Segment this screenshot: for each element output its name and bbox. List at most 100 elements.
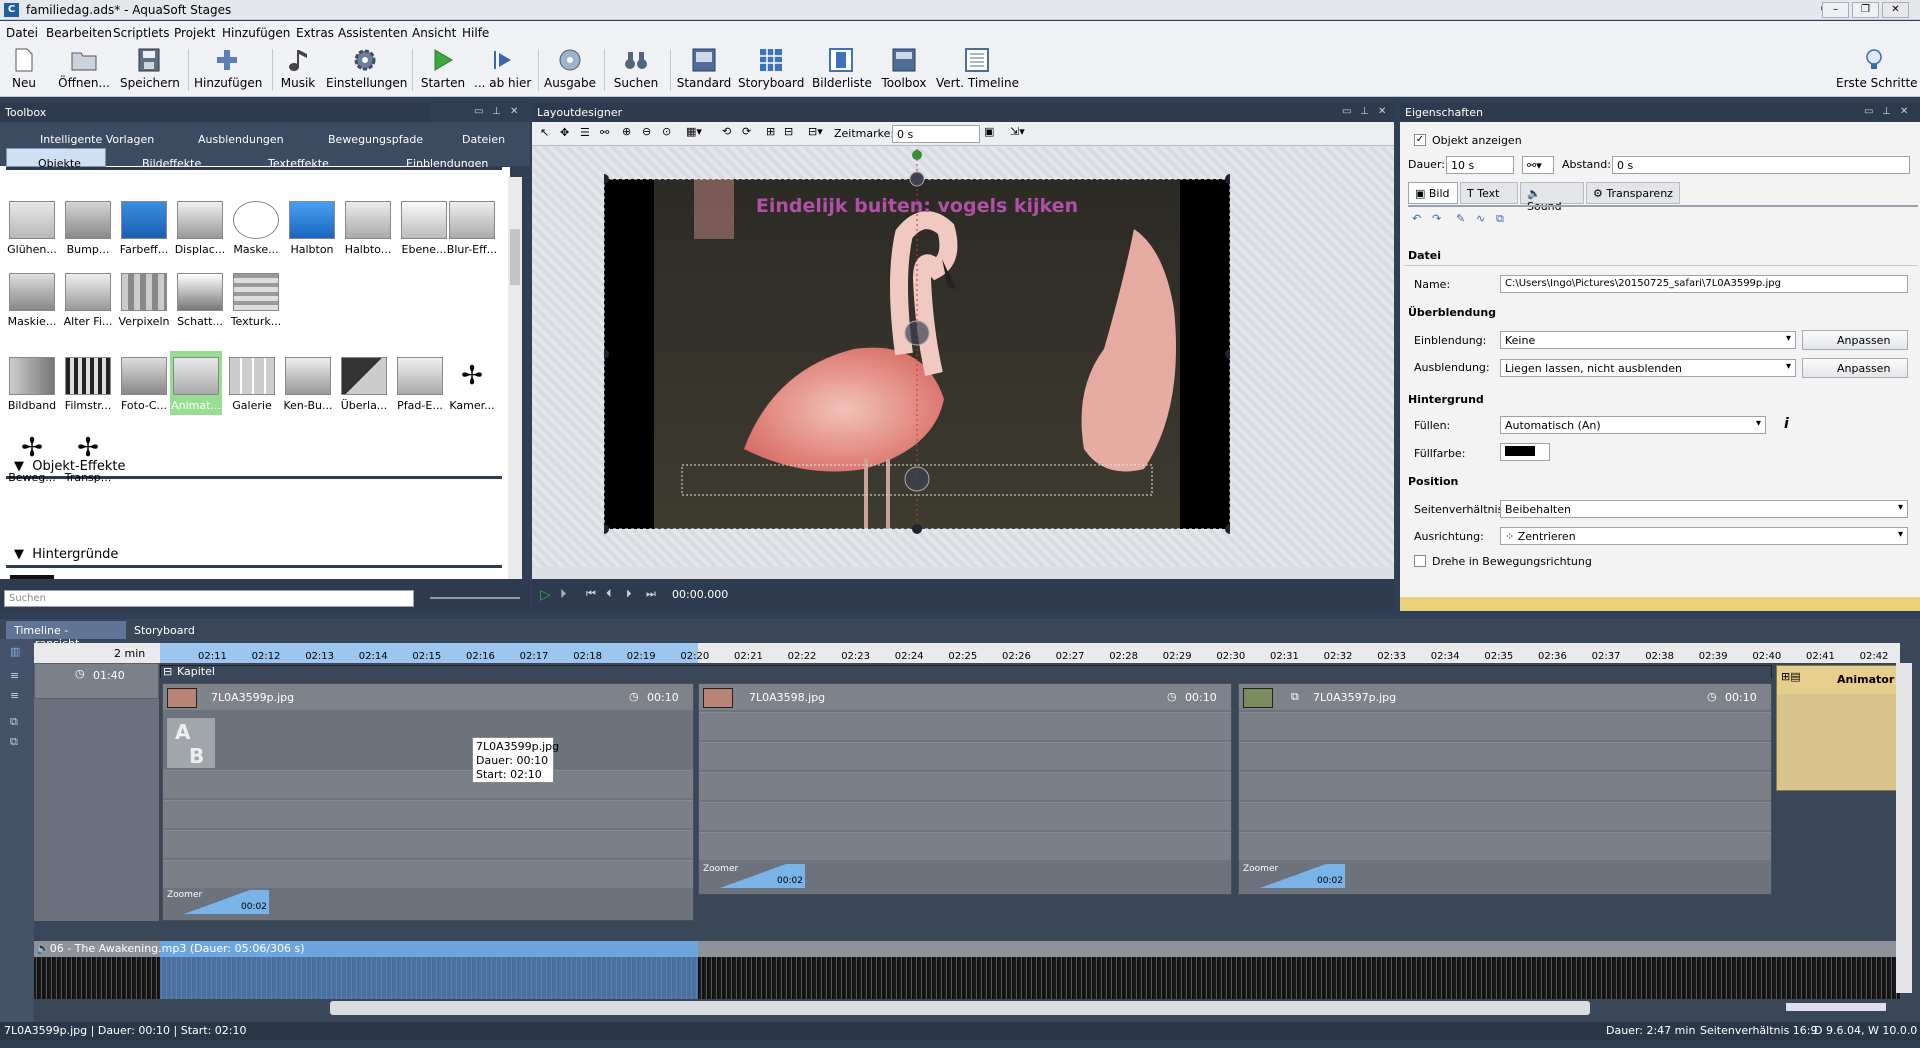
panel-pin-icon[interactable]: ⊥ <box>1882 106 1891 117</box>
tab-bewegungspfade[interactable]: Bewegungspfade <box>328 133 423 146</box>
effect-ueberlagerung[interactable]: Überla... <box>338 357 390 412</box>
vertical-timeline-button[interactable]: Vert. Timeline <box>936 46 1019 94</box>
effect-bildband[interactable]: Bildband <box>6 357 58 412</box>
zoom-out-icon[interactable]: ⊖ <box>642 125 651 138</box>
effect-ebene[interactable]: Ebene... <box>398 201 450 256</box>
show-object-checkbox[interactable]: ✓ <box>1414 134 1426 146</box>
play-icon[interactable]: ▷ <box>540 587 551 603</box>
panel-pin-icon[interactable]: ⊥ <box>1360 106 1369 117</box>
toolbox-search-input[interactable]: Suchen <box>4 590 414 607</box>
output-button[interactable]: Ausgabe <box>544 46 596 94</box>
link-duration-button[interactable]: ⚯▾ <box>1522 156 1554 174</box>
effect-maskierung[interactable]: Maskie... <box>6 273 58 328</box>
menu-ansicht[interactable]: Ansicht <box>412 26 456 40</box>
effect-pfad-effekt[interactable]: Pfad-E... <box>394 357 446 412</box>
remove-point-icon[interactable]: ⊟ <box>784 125 793 138</box>
minimize-button[interactable]: – <box>1822 2 1849 18</box>
timeline-vertical-scrollbar[interactable] <box>1896 663 1912 993</box>
panel-close-icon[interactable]: ✕ <box>1378 106 1386 117</box>
tab-text[interactable]: T Text <box>1460 182 1518 204</box>
track-view-icon[interactable]: ▥ <box>10 645 20 658</box>
ausblendung-anpassen-button[interactable]: Anpassen <box>1802 358 1908 378</box>
scroll-thumb[interactable] <box>510 229 520 285</box>
effect-gluehen[interactable]: Glühen... <box>6 201 58 256</box>
effect-farbeffekt[interactable]: Farbeff... <box>118 201 170 256</box>
grid-icon[interactable]: ▦▾ <box>686 125 702 138</box>
panel-close-icon[interactable]: ✕ <box>510 106 518 117</box>
maximize-button[interactable]: ❐ <box>1852 2 1879 18</box>
ausblendung-select[interactable]: Liegen lassen, nicht ausblenden <box>1500 359 1796 377</box>
close-button[interactable]: ✕ <box>1882 2 1909 18</box>
zoomer-effect[interactable]: Zoomer 00:02 <box>165 890 269 914</box>
add-button[interactable]: Hinzufügen <box>194 46 262 94</box>
effect-transparenz[interactable]: ✢ Transp... <box>62 429 114 484</box>
thumbnail-size-slider[interactable] <box>430 597 520 599</box>
audio-waveform[interactable] <box>34 957 1900 999</box>
play-from-here-button[interactable]: ... ab hier <box>474 46 531 94</box>
tab-storyboard[interactable]: Storyboard <box>134 624 195 637</box>
zoomer-effect[interactable]: Zoomer 00:02 <box>701 864 805 888</box>
effect-filmstreifen[interactable]: Filmstr... <box>62 357 114 412</box>
timeline-horizontal-scrollbar[interactable] <box>330 1001 1590 1015</box>
collapse-icon[interactable]: ≡ <box>10 689 19 702</box>
dauer-input[interactable]: 10 s <box>1446 156 1514 174</box>
tab-intelligente-vorlagen[interactable]: Intelligente Vorlagen <box>40 133 154 146</box>
image-list-button[interactable]: Bilderliste <box>812 46 872 94</box>
save-button[interactable]: Speichern <box>120 46 180 94</box>
info-icon[interactable]: i <box>1784 416 1789 432</box>
slide-title-text[interactable]: Eindelijk buiten: vogels kijken <box>732 195 1102 217</box>
effect-animator-selected[interactable]: Animat... <box>170 351 222 415</box>
storyboard-view-button[interactable]: Storyboard <box>738 46 804 94</box>
effect-bump[interactable]: Bump... <box>62 201 114 256</box>
first-steps-button[interactable]: Erste Schritte <box>1836 46 1918 94</box>
effect-maske[interactable]: Maske... <box>230 201 282 256</box>
menu-assistenten[interactable]: Assistenten <box>338 26 408 40</box>
drehe-checkbox[interactable] <box>1414 555 1426 567</box>
name-input[interactable]: C:\Users\Ingo\Pictures\20150725_safari\7… <box>1500 275 1908 293</box>
panel-minimize-icon[interactable]: ▭ <box>1342 106 1351 117</box>
panel-pin-icon[interactable]: ⊥ <box>492 106 501 117</box>
panel-close-icon[interactable]: ✕ <box>1900 106 1908 117</box>
new-button[interactable]: Neu <box>6 46 42 94</box>
rotate-right-icon[interactable]: ↷ <box>1432 212 1441 225</box>
zoomer-effect[interactable]: Zoomer 00:02 <box>1241 864 1345 888</box>
menu-hilfe[interactable]: Hilfe <box>462 26 489 40</box>
effect-blur[interactable]: Blur-Eff... <box>446 201 498 256</box>
settings-button[interactable]: Einstellungen <box>326 46 407 94</box>
add-point-icon[interactable]: ⊞ <box>766 125 775 138</box>
einblendung-anpassen-button[interactable]: Anpassen <box>1802 330 1908 350</box>
effect-halbton[interactable]: Halbton <box>286 201 338 256</box>
backgrounds-heading[interactable]: ▼ Hintergründe <box>14 547 118 562</box>
effect-galerie[interactable]: Galerie <box>226 357 278 412</box>
fuellen-select[interactable]: Automatisch (An) <box>1500 416 1766 434</box>
toolbox-scrollbar[interactable] <box>508 177 522 579</box>
menu-bearbeiten[interactable]: Bearbeiten <box>46 26 112 40</box>
zoom-fit-icon[interactable]: ⊙ <box>662 125 671 138</box>
effects-icon[interactable]: ⧉ <box>1496 212 1504 226</box>
animator-block[interactable]: ⊞▤ Animator <box>1776 665 1900 791</box>
start-button[interactable]: Starten <box>418 46 468 94</box>
step-back-icon[interactable]: ⏴ <box>606 587 612 601</box>
tab-bild[interactable]: ▣ Bild <box>1408 182 1458 204</box>
einblendung-select[interactable]: Keine <box>1500 331 1796 349</box>
menu-projekt[interactable]: Projekt <box>174 26 215 40</box>
effect-kamera[interactable]: ✢ Kamer... <box>446 357 498 412</box>
effect-verpixeln[interactable]: Verpixeln <box>118 273 170 328</box>
link-icon[interactable]: ⚯ <box>600 126 609 139</box>
path-edit-icon[interactable]: ⟳ <box>742 125 751 138</box>
skip-end-icon[interactable]: ⏭ <box>646 587 656 601</box>
zoom-in-icon[interactable]: ⊕ <box>622 125 631 138</box>
panel-minimize-icon[interactable]: ▭ <box>474 106 483 117</box>
open-button[interactable]: Öffnen... <box>56 46 112 94</box>
effect-ken-burns[interactable]: Ken-Bu... <box>282 357 334 412</box>
effect-bewegung[interactable]: ✢ Beweg... <box>6 429 58 484</box>
step-forward-icon[interactable]: ⏵ <box>626 587 632 601</box>
effect-alter-film[interactable]: Alter Fi... <box>62 273 114 328</box>
timeline-ruler[interactable]: 2 min 02:11 02:12 02:13 02:14 02:15 02:16 02:1… <box>34 643 1900 663</box>
effect-schatten[interactable]: Schatt... <box>174 273 226 328</box>
clip-3[interactable]: ⧉ 7L0A3597p.jpg ◷ 00:10 Zoomer 00:02 <box>1238 683 1772 895</box>
play-from-marker-icon[interactable]: ⏵ <box>560 587 567 602</box>
menu-scriptlets[interactable]: Scriptlets <box>113 26 169 40</box>
tab-ausblendungen[interactable]: Ausblendungen <box>198 133 284 146</box>
menu-extras[interactable]: Extras <box>296 26 334 40</box>
